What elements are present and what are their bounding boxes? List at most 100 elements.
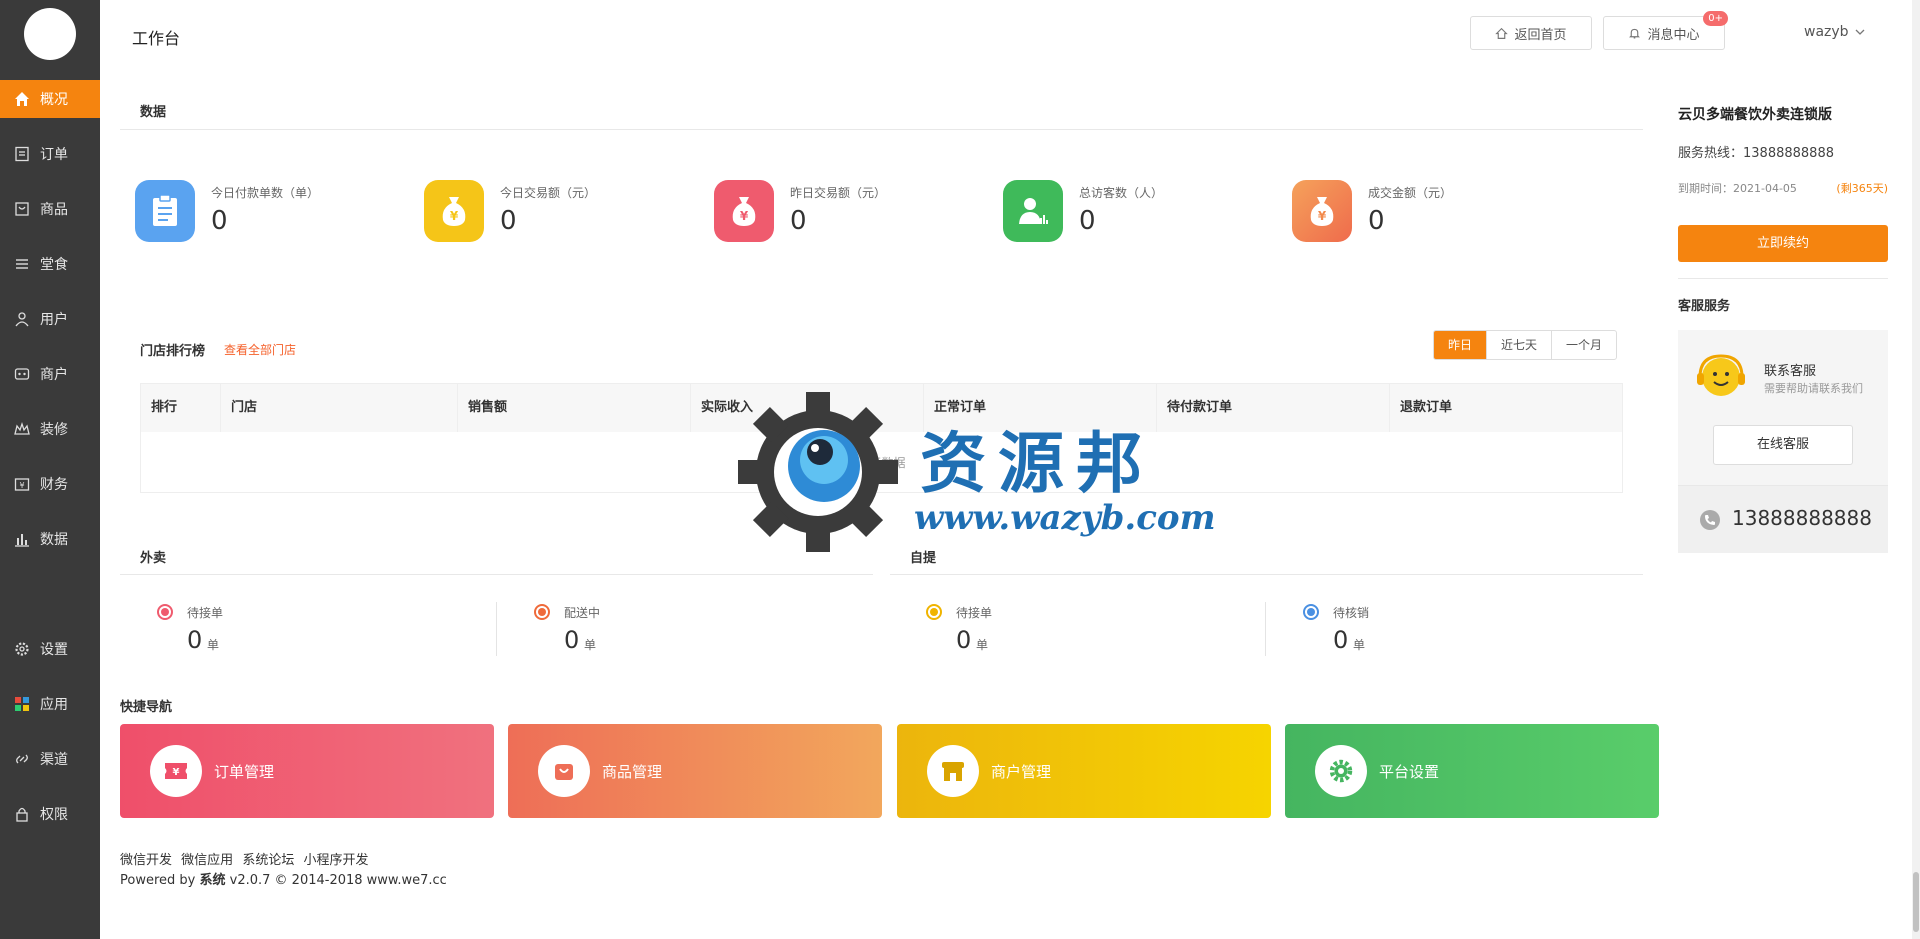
footer-link[interactable]: 微信应用 [181, 853, 233, 868]
divider [120, 129, 1643, 130]
quick-nav-title: 快捷导航 [120, 700, 173, 715]
sidebar-item-finance[interactable]: ¥ 财务 [0, 465, 100, 503]
sidebar-item-overview[interactable]: 概况 [0, 80, 100, 118]
online-service-button[interactable]: 在线客服 [1713, 425, 1853, 465]
takeout-delivering[interactable]: 配送中 0 单 [534, 600, 814, 660]
sidebar-item-channel[interactable]: 渠道 [0, 740, 100, 778]
ranking-tabs: 昨日 近七天 一个月 [1433, 330, 1618, 360]
stat-label: 今日付款单数（单） [211, 186, 320, 200]
chevron-down-icon [1855, 29, 1865, 35]
message-badge: 0+ [1703, 11, 1728, 26]
watermark-gear-logo [736, 390, 900, 554]
renew-button[interactable]: 立即续约 [1678, 225, 1888, 262]
dine-in-icon [14, 256, 30, 272]
scrollbar-track[interactable] [1912, 0, 1920, 939]
home-icon [14, 91, 30, 107]
stat-value: 0 [211, 206, 228, 236]
svg-text:¥: ¥ [173, 767, 180, 778]
stat-today-revenue: ¥ 今日交易额（元） 0 [424, 180, 684, 242]
pickup-pending-accept[interactable]: 待接单 0 单 [926, 600, 1206, 660]
tab-seven-days[interactable]: 近七天 [1486, 331, 1551, 359]
data-section-title: 数据 [140, 105, 167, 120]
username: wazyb [1804, 24, 1849, 40]
sidebar-item-merchants[interactable]: 商户 [0, 355, 100, 393]
phone-card: 13888888888 [1678, 485, 1888, 553]
shopping-bag-icon [538, 745, 590, 797]
order-icon [14, 146, 30, 162]
stat-value: 0 [1368, 206, 1385, 236]
tab-yesterday[interactable]: 昨日 [1434, 331, 1487, 359]
logo[interactable] [24, 8, 76, 60]
sidebar-item-decorate[interactable]: 装修 [0, 410, 100, 448]
user-menu[interactable]: wazyb [1804, 24, 1865, 40]
ostat-value: 0 [956, 626, 972, 654]
column-refund-orders: 退款订单 [1400, 400, 1453, 415]
nav-merchant-management[interactable]: 商户管理 [897, 724, 1271, 818]
divider [120, 574, 873, 575]
back-home-label: 返回首页 [1514, 27, 1567, 43]
pickup-pending-verify[interactable]: 待核销 0 单 [1303, 600, 1583, 660]
status-dot [157, 604, 173, 620]
status-dot [1303, 604, 1319, 620]
ostat-label: 待接单 [956, 606, 993, 620]
stat-value: 0 [1079, 206, 1096, 236]
sidebar: 概况 订单 商品 堂食 用户 商户 装修 ¥ 财务 数据 设置 应用 渠道 权限 [0, 0, 100, 939]
view-all-stores-link[interactable]: 查看全部门店 [224, 341, 296, 358]
money-bag-icon: ¥ [424, 180, 484, 242]
powered-brand[interactable]: 系统 [199, 873, 225, 888]
sidebar-item-label: 应用 [40, 697, 68, 713]
customer-service-card: 联系客服 需要帮助请联系我们 在线客服 [1678, 330, 1888, 485]
sidebar-item-label: 装修 [40, 422, 68, 438]
sidebar-item-label: 财务 [40, 477, 68, 493]
tab-one-month[interactable]: 一个月 [1551, 331, 1616, 359]
stat-yesterday-revenue: ¥ 昨日交易额（元） 0 [714, 180, 974, 242]
footer-link[interactable]: 微信开发 [120, 853, 172, 868]
sidebar-item-dine-in[interactable]: 堂食 [0, 245, 100, 283]
message-center-button[interactable]: 消息中心 0+ [1603, 11, 1728, 50]
sidebar-item-label: 堂食 [40, 257, 68, 273]
lock-icon [14, 806, 30, 822]
powered-suffix: v2.0.7 © 2014-2018 www.we7.cc [225, 873, 447, 888]
status-dot [926, 604, 942, 620]
powered-prefix: Powered by [120, 873, 200, 888]
nav-platform-settings[interactable]: 平台设置 [1285, 724, 1659, 818]
ostat-value: 0 [1333, 626, 1349, 654]
user-icon [14, 311, 30, 327]
sidebar-item-data[interactable]: 数据 [0, 520, 100, 558]
svg-text:¥: ¥ [19, 481, 24, 490]
ostat-unit: 单 [207, 638, 220, 652]
ticket-icon: ¥ [150, 745, 202, 797]
footer-link[interactable]: 小程序开发 [303, 853, 368, 868]
stat-deal-amount: ¥ 成交金额（元） 0 [1292, 180, 1552, 242]
scrollbar-thumb[interactable] [1913, 872, 1919, 932]
sidebar-item-label: 数据 [40, 532, 68, 548]
footer-link[interactable]: 系统论坛 [242, 853, 294, 868]
footer-links: 微信开发 微信应用 系统论坛 小程序开发 [120, 849, 373, 868]
svg-text:¥: ¥ [740, 209, 749, 223]
sidebar-item-settings[interactable]: 设置 [0, 630, 100, 668]
back-home-button[interactable]: 返回首页 [1470, 16, 1592, 50]
takeout-pending-accept[interactable]: 待接单 0 单 [157, 600, 437, 660]
cs-title: 客服服务 [1678, 299, 1731, 314]
apps-icon [14, 696, 30, 712]
channel-icon [14, 751, 30, 767]
column-store: 门店 [221, 384, 458, 432]
nav-order-management[interactable]: ¥ 订单管理 [120, 724, 494, 818]
phone-icon [1700, 510, 1720, 530]
watermark-text: 资源邦 [920, 424, 1154, 502]
nav-card-label: 商品管理 [602, 762, 663, 781]
gear-icon [14, 641, 30, 657]
sidebar-item-goods[interactable]: 商品 [0, 190, 100, 228]
sidebar-item-apps[interactable]: 应用 [0, 685, 100, 723]
sidebar-item-label: 权限 [40, 807, 68, 823]
sidebar-item-label: 用户 [40, 312, 68, 328]
sidebar-item-permissions[interactable]: 权限 [0, 795, 100, 833]
ostat-label: 配送中 [564, 606, 601, 620]
nav-card-label: 平台设置 [1379, 762, 1440, 781]
sidebar-item-orders[interactable]: 订单 [0, 135, 100, 173]
nav-goods-management[interactable]: 商品管理 [508, 724, 882, 818]
stat-total-visitors: 总访客数（人） 0 [1003, 180, 1263, 242]
svg-text:¥: ¥ [1318, 209, 1327, 223]
sidebar-item-users[interactable]: 用户 [0, 300, 100, 338]
takeout-title: 外卖 [140, 551, 167, 566]
